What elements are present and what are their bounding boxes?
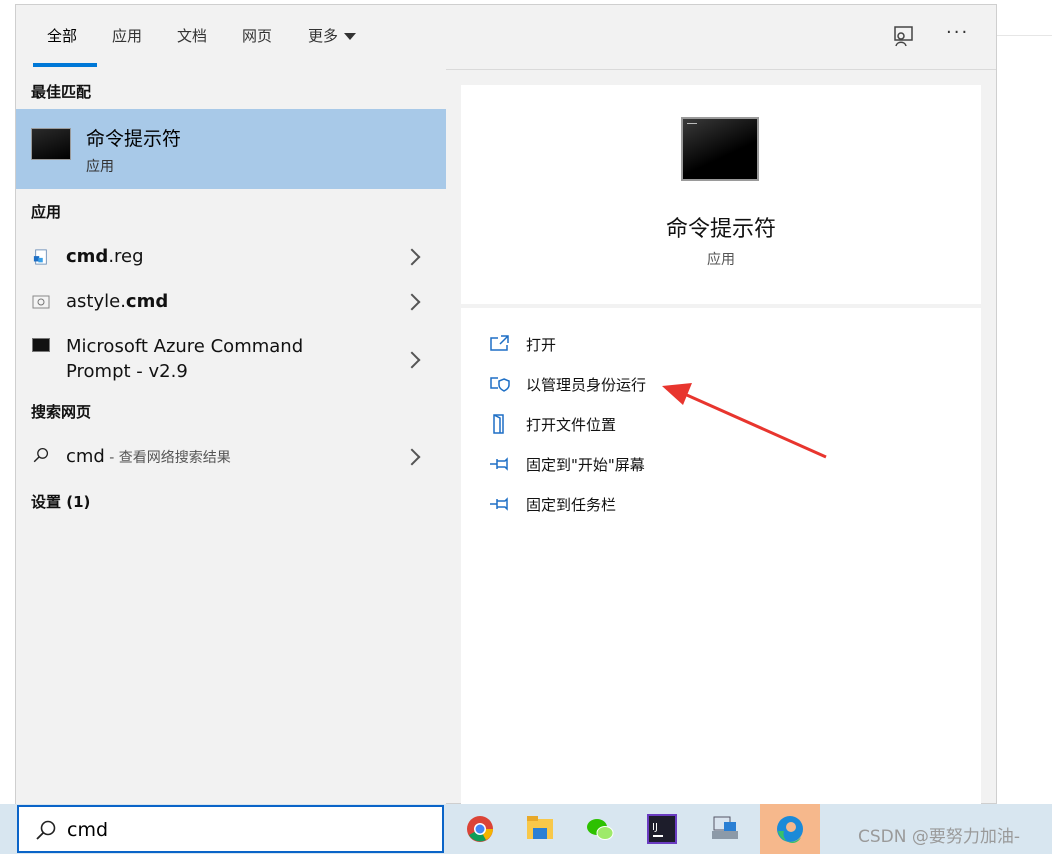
action-open-file-location[interactable]: 打开文件位置 xyxy=(489,412,789,436)
open-icon xyxy=(490,335,509,351)
more-options-icon[interactable]: ··· xyxy=(946,22,969,43)
action-label: 打开 xyxy=(526,336,557,354)
intellij-icon[interactable]: IJ xyxy=(632,804,692,854)
detail-title: 命令提示符 xyxy=(665,217,776,242)
action-label: 以管理员身份运行 xyxy=(526,376,647,394)
chevron-right-icon[interactable] xyxy=(403,448,421,466)
action-run-as-admin[interactable]: 以管理员身份运行 xyxy=(489,372,789,396)
tab-all[interactable]: 全部 xyxy=(47,25,77,46)
watermark: CSDN @要努力加油- xyxy=(858,827,1021,847)
search-input[interactable] xyxy=(65,815,429,845)
best-match-subtitle: 应用 xyxy=(86,159,114,175)
filename-rest: .reg xyxy=(108,246,144,267)
tab-more[interactable]: 更多 xyxy=(308,25,357,46)
list-item-cmd-reg[interactable]: cmd.reg xyxy=(16,239,446,275)
action-pin-to-taskbar[interactable]: 固定到任务栏 xyxy=(489,492,789,516)
list-item-astyle-cmd[interactable]: astyle.cmd xyxy=(16,284,446,320)
best-match-heading: 最佳匹配 xyxy=(31,83,92,101)
pin-icon xyxy=(490,457,508,471)
terminal-icon xyxy=(32,338,50,352)
tab-web[interactable]: 网页 xyxy=(242,25,272,46)
chevron-right-icon[interactable] xyxy=(403,351,421,369)
chrome-icon[interactable] xyxy=(450,804,510,854)
search-icon xyxy=(36,820,56,840)
tab-apps[interactable]: 应用 xyxy=(112,25,142,46)
web-query: cmd xyxy=(66,446,105,467)
list-item-web-search[interactable]: cmd - 查看网络搜索结果 xyxy=(16,439,446,475)
action-label: 固定到"开始"屏幕 xyxy=(526,456,645,474)
list-item-line1: Microsoft Azure Command xyxy=(66,336,304,357)
best-match-item[interactable]: 命令提示符 应用 xyxy=(16,109,446,189)
tab-documents[interactable]: 文档 xyxy=(177,25,207,46)
settings-heading[interactable]: 设置 (1) xyxy=(31,491,90,512)
wechat-icon[interactable] xyxy=(570,804,630,854)
search-panel: 全部 应用 文档 网页 更多 ··· 最佳匹配 命令提示符 应用 应用 cmd.… xyxy=(15,4,997,804)
svg-text:IJ: IJ xyxy=(652,822,658,833)
action-label: 打开文件位置 xyxy=(526,416,617,434)
action-pin-to-start[interactable]: 固定到"开始"屏幕 xyxy=(489,452,789,476)
list-item-label: astyle.cmd xyxy=(66,289,168,314)
list-item-line2: Prompt - v2.9 xyxy=(66,361,188,382)
shield-icon xyxy=(490,377,510,392)
cmd-file-icon xyxy=(32,295,50,309)
background-divider xyxy=(996,35,1052,36)
taskbar-search-box[interactable] xyxy=(17,805,444,853)
best-match-title: 命令提示符 xyxy=(86,128,182,150)
filter-tab-bar: 全部 应用 文档 网页 更多 ··· xyxy=(16,5,996,70)
search-web-heading: 搜索网页 xyxy=(31,403,92,421)
edge-icon[interactable] xyxy=(760,804,820,854)
chevron-right-icon[interactable] xyxy=(403,248,421,266)
filename-prefix: astyle. xyxy=(66,291,126,312)
list-item-label: cmd - 查看网络搜索结果 xyxy=(66,444,231,471)
command-prompt-icon xyxy=(681,117,759,181)
match-highlight: cmd xyxy=(125,291,169,312)
detail-subtitle: 应用 xyxy=(707,252,735,268)
feedback-icon[interactable] xyxy=(892,25,916,49)
detail-header: 命令提示符 应用 xyxy=(461,85,981,304)
taskbar: IJ CSDN @要努力加油- xyxy=(0,804,1052,854)
tab-more-label: 更多 xyxy=(308,27,339,45)
action-label: 固定到任务栏 xyxy=(526,496,617,514)
list-item-label: cmd.reg xyxy=(66,244,144,269)
chevron-right-icon[interactable] xyxy=(403,293,421,311)
command-prompt-icon xyxy=(31,128,71,160)
apps-heading: 应用 xyxy=(31,203,62,221)
results-list: 最佳匹配 命令提示符 应用 应用 cmd.reg astyle.cmd Micr… xyxy=(16,69,446,804)
detail-actions: 打开 以管理员身份运行 打开文件位置 固定到"开始"屏幕 固定到任务栏 xyxy=(461,308,981,804)
file-location-icon xyxy=(493,414,504,434)
list-item-label: Microsoft Azure Command Prompt - v2.9 xyxy=(66,334,303,384)
action-open[interactable]: 打开 xyxy=(489,332,789,356)
pin-icon xyxy=(490,497,508,511)
active-tab-indicator xyxy=(33,63,97,67)
web-search-hint: - 查看网络搜索结果 xyxy=(104,450,231,466)
list-item-azure-command-prompt[interactable]: Microsoft Azure Command Prompt - v2.9 xyxy=(16,329,446,389)
chevron-down-icon xyxy=(344,33,357,40)
search-icon xyxy=(33,447,49,463)
file-explorer-icon[interactable] xyxy=(510,804,570,854)
registry-file-icon xyxy=(33,249,47,265)
match-highlight: cmd xyxy=(66,246,109,267)
network-tool-icon[interactable] xyxy=(695,804,755,854)
